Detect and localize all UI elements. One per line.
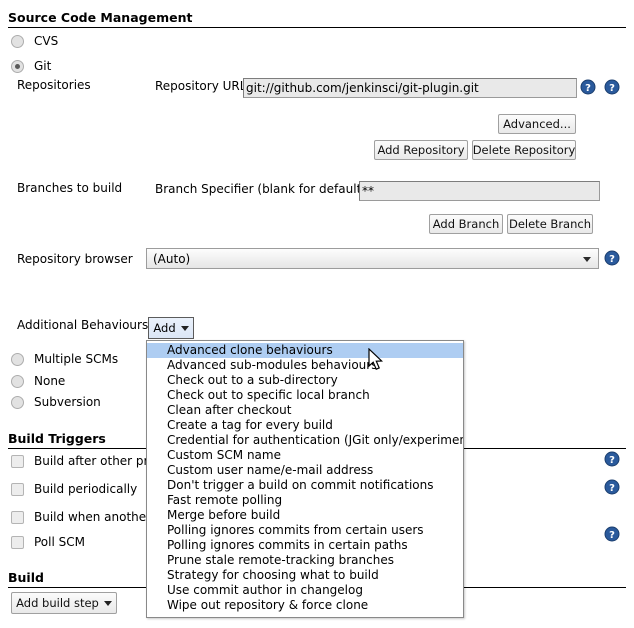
help-icon-build-after-other-projects[interactable]: ? — [604, 451, 620, 467]
add-build-step-button[interactable]: Add build step — [11, 592, 117, 614]
repository-url-input[interactable] — [243, 78, 577, 98]
checkbox-build-after-other-projects-label: Build after other pro — [34, 454, 156, 468]
radio-cvs-indicator — [11, 34, 24, 48]
branch-specifier-input[interactable] — [359, 181, 600, 201]
radio-option-none[interactable]: None — [11, 374, 65, 388]
help-icon-poll-scm[interactable]: ? — [604, 526, 620, 542]
behaviour-menu-item[interactable]: Strategy for choosing what to build — [147, 568, 463, 583]
label-branches-to-build: Branches to build — [17, 181, 123, 195]
checkbox-build-after-other-projects[interactable]: Build after other pro — [11, 454, 156, 468]
label-repositories: Repositories — [17, 78, 91, 92]
behaviour-menu-item[interactable]: Polling ignores commits in certain paths — [147, 538, 463, 553]
checkbox-build-after-other-projects-box — [11, 454, 24, 468]
repository-browser-value: (Auto) — [153, 251, 191, 266]
behaviour-menu-item[interactable]: Check out to a sub-directory — [147, 373, 463, 388]
jenkins-job-config-page: Source Code Management CVS Git Repositor… — [0, 0, 634, 628]
radio-subversion-label: Subversion — [34, 395, 101, 409]
add-behaviour-button-label: Add — [153, 321, 176, 335]
radio-cvs-label: CVS — [34, 34, 59, 48]
svg-text:?: ? — [609, 483, 615, 494]
caret-down-icon-build-step — [103, 600, 112, 606]
radio-none-label: None — [34, 374, 66, 388]
radio-subversion-indicator — [11, 395, 24, 409]
help-icon-repositories[interactable]: ? — [604, 79, 620, 95]
radio-option-multiple-scms[interactable]: Multiple SCMs — [11, 352, 118, 366]
delete-branch-button[interactable]: Delete Branch — [507, 214, 593, 234]
add-build-step-label: Add build step — [16, 596, 99, 610]
label-repository-url: Repository URL — [155, 79, 247, 93]
svg-text:?: ? — [609, 530, 615, 541]
label-additional-behaviours: Additional Behaviours — [17, 318, 149, 332]
behaviour-menu-item[interactable]: Advanced clone behaviours — [147, 343, 463, 358]
additional-behaviours-dropdown-menu[interactable]: Advanced clone behaviours Advanced sub-mo… — [146, 340, 464, 618]
behaviour-menu-item[interactable]: Wipe out repository & force clone — [147, 598, 463, 613]
checkbox-poll-scm[interactable]: Poll SCM — [11, 535, 85, 549]
help-icon-repository-url[interactable]: ? — [580, 79, 596, 95]
radio-multiple-scms-indicator — [11, 352, 24, 366]
checkbox-build-when-another[interactable]: Build when another — [11, 510, 151, 524]
checkbox-build-periodically-label: Build periodically — [34, 482, 138, 496]
behaviour-menu-item[interactable]: Don't trigger a build on commit notifica… — [147, 478, 463, 493]
checkbox-build-when-another-label: Build when another — [34, 510, 152, 524]
svg-text:?: ? — [609, 455, 615, 466]
behaviour-menu-item[interactable]: Fast remote polling — [147, 493, 463, 508]
behaviour-menu-item[interactable]: Custom SCM name — [147, 448, 463, 463]
svg-text:?: ? — [609, 83, 615, 94]
radio-option-git[interactable]: Git — [11, 59, 51, 73]
repository-browser-select[interactable]: (Auto) — [146, 248, 599, 269]
chevron-down-icon — [583, 256, 591, 262]
behaviour-menu-item[interactable]: Use commit author in changelog — [147, 583, 463, 598]
help-icon-build-periodically[interactable]: ? — [604, 479, 620, 495]
checkbox-poll-scm-box — [11, 535, 24, 549]
checkbox-build-periodically-box — [11, 482, 24, 496]
radio-multiple-scms-label: Multiple SCMs — [34, 352, 119, 366]
add-repository-button[interactable]: Add Repository — [374, 140, 468, 160]
advanced-button[interactable]: Advanced... — [498, 114, 576, 134]
behaviour-menu-item[interactable]: Merge before build — [147, 508, 463, 523]
help-icon-repository-browser[interactable]: ? — [604, 250, 620, 266]
radio-git-indicator — [11, 59, 24, 73]
add-branch-button[interactable]: Add Branch — [429, 214, 503, 234]
delete-repository-button[interactable]: Delete Repository — [472, 140, 576, 160]
radio-none-indicator — [11, 374, 24, 388]
behaviour-menu-item[interactable]: Advanced sub-modules behaviours — [147, 358, 463, 373]
label-repository-browser: Repository browser — [17, 252, 133, 266]
radio-option-cvs[interactable]: CVS — [11, 34, 58, 48]
add-behaviour-button[interactable]: Add — [148, 317, 194, 339]
behaviour-menu-item[interactable]: Clean after checkout — [147, 403, 463, 418]
caret-down-icon — [180, 325, 189, 331]
behaviour-menu-item[interactable]: Create a tag for every build — [147, 418, 463, 433]
checkbox-poll-scm-label: Poll SCM — [34, 535, 85, 549]
behaviour-menu-item[interactable]: Credential for authentication (JGit only… — [147, 433, 463, 448]
behaviour-menu-item[interactable]: Custom user name/e-mail address — [147, 463, 463, 478]
radio-git-label: Git — [34, 59, 52, 73]
behaviour-menu-item[interactable]: Polling ignores commits from certain use… — [147, 523, 463, 538]
section-header-source-code-management: Source Code Management — [8, 10, 626, 28]
svg-text:?: ? — [609, 254, 615, 265]
checkbox-build-when-another-box — [11, 510, 24, 524]
svg-text:?: ? — [585, 83, 591, 94]
behaviour-menu-item[interactable]: Prune stale remote-tracking branches — [147, 553, 463, 568]
radio-option-subversion[interactable]: Subversion — [11, 395, 101, 409]
behaviour-menu-item[interactable]: Check out to specific local branch — [147, 388, 463, 403]
label-branch-specifier: Branch Specifier (blank for default) — [155, 182, 366, 196]
checkbox-build-periodically[interactable]: Build periodically — [11, 482, 137, 496]
